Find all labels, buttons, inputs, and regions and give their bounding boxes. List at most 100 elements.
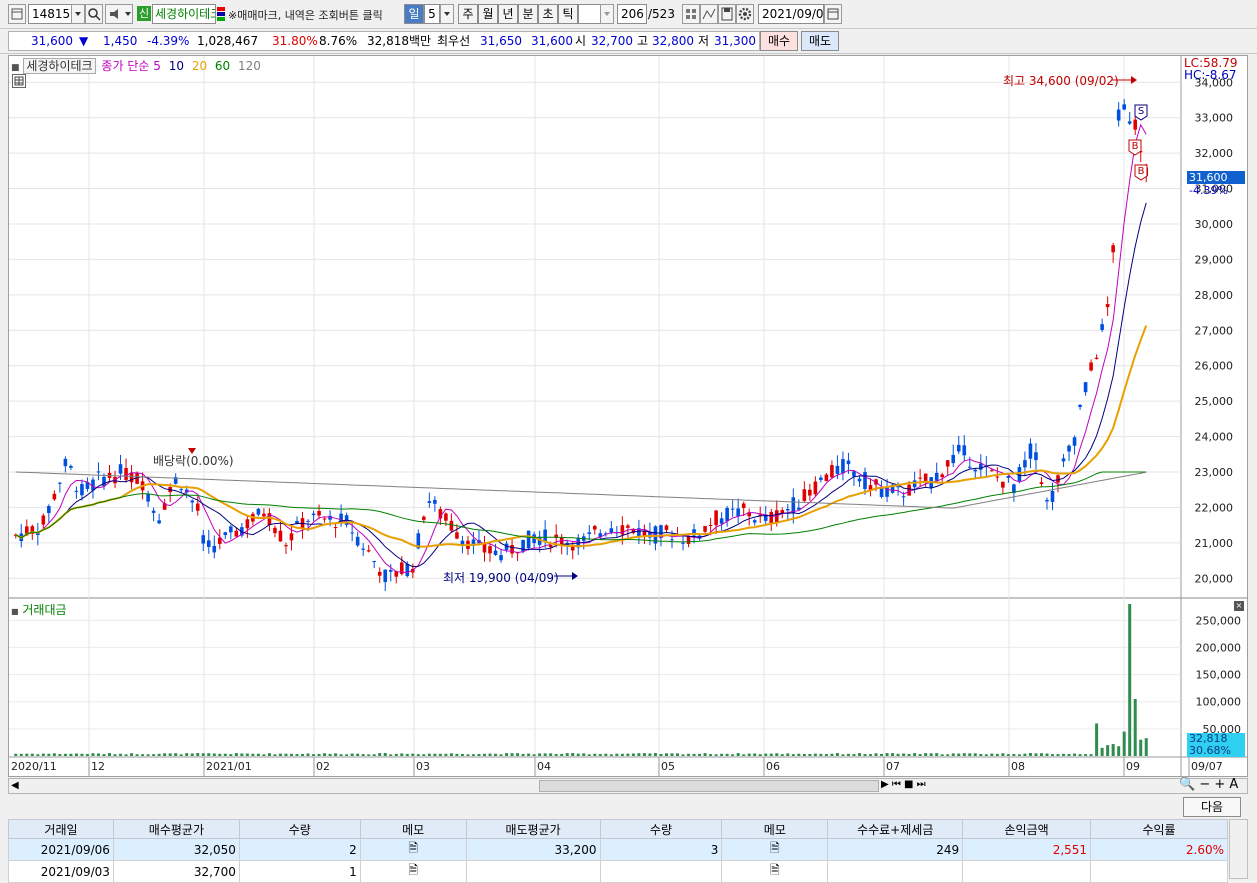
save-icon[interactable] [718, 4, 736, 24]
calendar-icon[interactable] [824, 4, 842, 24]
period-dropdown-icon[interactable] [440, 4, 454, 24]
candle-body [455, 532, 459, 539]
code-dropdown-icon[interactable] [71, 4, 85, 24]
candle-body [278, 530, 283, 542]
total-count: /523 [648, 7, 675, 21]
volume-bar [1095, 723, 1099, 756]
volume-bar [1039, 753, 1043, 756]
volume-bar [1111, 744, 1115, 756]
close-pane-icon[interactable]: × [1234, 601, 1244, 611]
stock-name-field[interactable]: 세경하이테크 [152, 4, 216, 24]
price-chart-area[interactable]: 34,000 33,000 32,000 31,000 30,000 29,000 28,0… [8, 55, 1248, 777]
volume-bar [565, 753, 569, 756]
volume-bar [863, 754, 867, 756]
grid-tool-icon[interactable] [682, 4, 700, 24]
candle-body [63, 458, 68, 467]
candle-body [1039, 482, 1044, 484]
memo-icon[interactable]: 🗎 [721, 838, 829, 861]
candle-body [449, 520, 454, 531]
playback-controls[interactable]: ▶ ⏮ ■ ⏭ [881, 779, 926, 790]
candle-body [945, 460, 950, 467]
table-row[interactable]: 2021/09/06 32,050 2 🗎 33,200 3 🗎 249 2,5… [8, 838, 1228, 861]
volume-bar [891, 753, 895, 756]
volume-bar [102, 754, 106, 756]
volume-tick-label: 100,000 [1196, 696, 1242, 709]
memo-icon[interactable]: 🗎 [359, 838, 467, 861]
chart-scrollbar[interactable]: ◀ ▶ ⏮ ■ ⏭ 🔍 − + A [8, 777, 1248, 794]
period-week[interactable]: 주 [458, 4, 478, 24]
change-rate: -4.39% [147, 34, 190, 48]
volume-bar [389, 754, 393, 756]
price-chart-svg[interactable]: 34,00033,00032,00031,00030,00029,00028,0… [9, 56, 1247, 776]
period-month[interactable]: 월 [478, 4, 498, 24]
candle-body [1105, 304, 1110, 308]
volume-bar [598, 754, 602, 756]
cell-sell-avg [465, 860, 601, 883]
volume-bar [913, 753, 917, 756]
date-input[interactable]: 2021/09/07 [758, 4, 824, 24]
volume-bar [251, 753, 255, 756]
high-price: 32,800 [652, 34, 694, 48]
candle-body [52, 493, 57, 500]
period-year[interactable]: 년 [498, 4, 518, 24]
period-second[interactable]: 초 [538, 4, 558, 24]
volume-bar [256, 753, 260, 756]
candle-body [493, 550, 498, 555]
col-sell-avg: 매도평균가 [465, 819, 601, 839]
period-tick[interactable]: 틱 [558, 4, 578, 24]
volume-bar [852, 754, 856, 756]
volume-bar [1017, 754, 1021, 756]
volume-bar [637, 753, 641, 756]
search-icon[interactable] [85, 4, 103, 24]
scroll-thumb[interactable] [539, 780, 879, 792]
volume-bar [196, 753, 200, 756]
candle-body [262, 513, 266, 517]
volume-bar [576, 753, 580, 756]
window-menu-icon[interactable] [8, 4, 26, 24]
candle-body [322, 518, 327, 520]
buy-button[interactable]: 매수 [760, 31, 798, 51]
price-change: 1,450 [103, 34, 138, 48]
volume-bar [1006, 754, 1010, 756]
legend-stock-name[interactable]: 세경하이테크 [23, 58, 96, 74]
table-scrollbar[interactable] [1229, 819, 1248, 879]
table-toggle-icon[interactable] [12, 74, 26, 88]
volume-bar [676, 753, 680, 756]
scroll-left-icon[interactable]: ◀ [11, 780, 19, 791]
volume-bar [1056, 754, 1060, 756]
display-count-input[interactable]: 206 [617, 4, 647, 24]
volume-bar [212, 753, 216, 756]
candle-body [80, 484, 84, 496]
gear-icon[interactable] [736, 4, 754, 24]
best-label: 최우선 [437, 34, 471, 48]
volume-bar [146, 754, 150, 756]
interval-dropdown-icon[interactable] [600, 4, 614, 24]
volume-bar [444, 753, 448, 756]
memo-icon[interactable]: 🗎 [359, 860, 467, 883]
period-day[interactable]: 일 [404, 4, 424, 24]
volume-bar [604, 753, 608, 756]
volume-bar [687, 753, 691, 756]
table-row[interactable]: 2021/09/03 32,700 1 🗎 🗎 [8, 860, 1228, 883]
trend-tool-icon[interactable] [700, 4, 718, 24]
memo-icon[interactable]: 🗎 [721, 860, 829, 883]
next-button[interactable]: 다음 [1183, 797, 1241, 817]
trade-marker-label: B [1132, 141, 1139, 152]
volume-pane-title: ■ 거래대금 [11, 603, 67, 617]
period-day-count[interactable]: 5 [424, 4, 440, 24]
price-tick-label: 33,000 [1195, 112, 1234, 125]
candle-body [592, 525, 597, 530]
sell-button[interactable]: 매도 [801, 31, 839, 51]
candle-body [1078, 404, 1082, 408]
last-rate-tag: -4.39% [1189, 184, 1228, 197]
zoom-controls[interactable]: 🔍 − + A [1179, 777, 1238, 792]
sound-icon[interactable] [105, 4, 133, 24]
volume-bar [538, 753, 542, 756]
volume-bar [405, 753, 409, 756]
hc-label: HC:-8.67 [1184, 68, 1237, 82]
volume-bar [510, 753, 514, 756]
stock-code-input[interactable]: 148150 [28, 4, 72, 24]
legend-ma10: 10 [168, 59, 184, 73]
volume-bar [466, 754, 470, 756]
period-minute[interactable]: 분 [518, 4, 538, 24]
